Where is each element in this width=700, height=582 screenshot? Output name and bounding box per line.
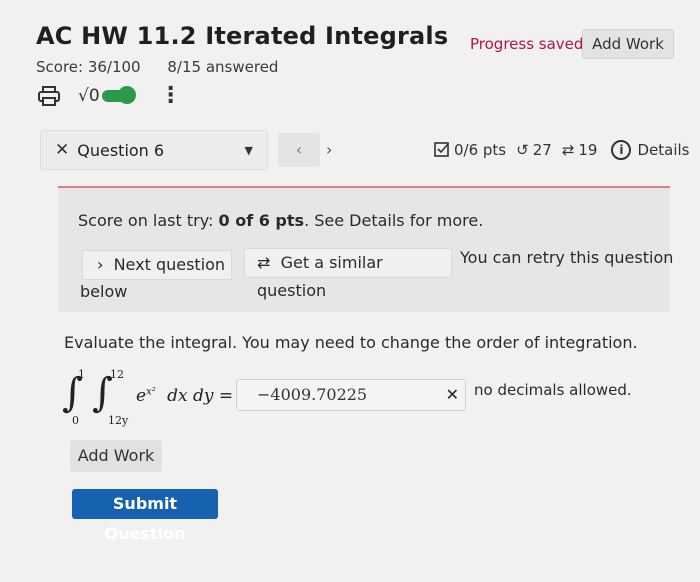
similar-count: 19 [578,141,598,159]
integrand: ex² dx dy = [136,386,233,406]
score-summary: Score: 36/100 8/15 answered [36,58,300,76]
similar-icon: ⇄ [561,141,575,159]
chevron-right-icon: › [97,255,109,274]
retry-message: You can retry this question [460,248,674,267]
answered-count: 8/15 answered [167,58,279,76]
toolbar-icons: √0 ⋮ [38,84,182,108]
last-try-score: 0 of 6 pts [218,211,305,230]
more-options-icon[interactable]: ⋮ [160,85,182,107]
integrand-base: e [136,386,147,406]
progress-status: Progress saved [470,35,584,53]
math-keyboard-icon[interactable]: √0 [78,86,100,106]
printer-icon[interactable] [38,86,60,106]
page-title: AC HW 11.2 Iterated Integrals [36,22,449,50]
answer-input[interactable]: −4009.70225 ✕ [236,379,466,411]
question-meta: 0/6 pts ↺ 27 ⇄ 19 i Details [434,140,690,160]
outer-lower-limit: 0 [72,414,79,427]
caret-down-icon: ▼ [244,143,253,157]
retry-message-cont: below [80,282,128,301]
add-work-button[interactable]: Add Work [70,440,162,472]
question-prompt: Evaluate the integral. You may need to c… [64,333,638,352]
incorrect-icon: ✕ [55,140,70,160]
points-text: 0/6 pts [454,141,507,159]
add-work-button-top[interactable]: Add Work [582,29,674,59]
question-selector[interactable]: ✕ Question 6 ▼ [40,130,268,170]
answer-value: −4009.70225 [257,385,368,404]
math-toggle[interactable] [101,86,136,104]
integrand-exponent: x² [146,386,156,398]
similar-question-button[interactable]: ⇄ Get a similar question [244,248,452,300]
integral-expression: ∫ 1 0 ∫ 12 12y ex² dx dy = [62,368,242,428]
question-label: Question 6 [77,140,165,160]
retries-count: 27 [532,141,552,159]
answer-error-message: no decimals allowed. [474,381,632,399]
details-button[interactable]: i Details [611,140,690,160]
next-question-arrow[interactable]: › [326,140,332,159]
score-text: Score: 36/100 [36,58,141,76]
feedback-panel: Score on last try: 0 of 6 pts. See Detai… [58,188,674,312]
last-try-message: Score on last try: 0 of 6 pts. See Detai… [78,211,483,230]
similar-question-icon: ⇄ [257,253,276,272]
previous-question-button[interactable]: ‹ [278,133,320,167]
last-try-suffix: . See Details for more. [304,211,484,230]
inner-lower-limit: 12y [108,414,129,427]
details-label: Details [637,141,690,159]
points-icon [434,141,450,159]
last-try-prefix: Score on last try: [78,211,219,230]
info-icon: i [611,140,632,160]
outer-upper-limit: 1 [78,368,85,381]
submit-question-button[interactable]: Submit Question [72,489,218,543]
incorrect-mark-icon: ✕ [445,385,459,404]
next-question-button[interactable]: › Next question [82,250,232,280]
inner-upper-limit: 12 [110,368,124,381]
next-question-label: Next question [113,255,226,274]
differentials: dx dy = [167,386,234,406]
retry-icon: ↺ [516,141,529,159]
similar-question-label: Get a similar question [257,253,383,300]
